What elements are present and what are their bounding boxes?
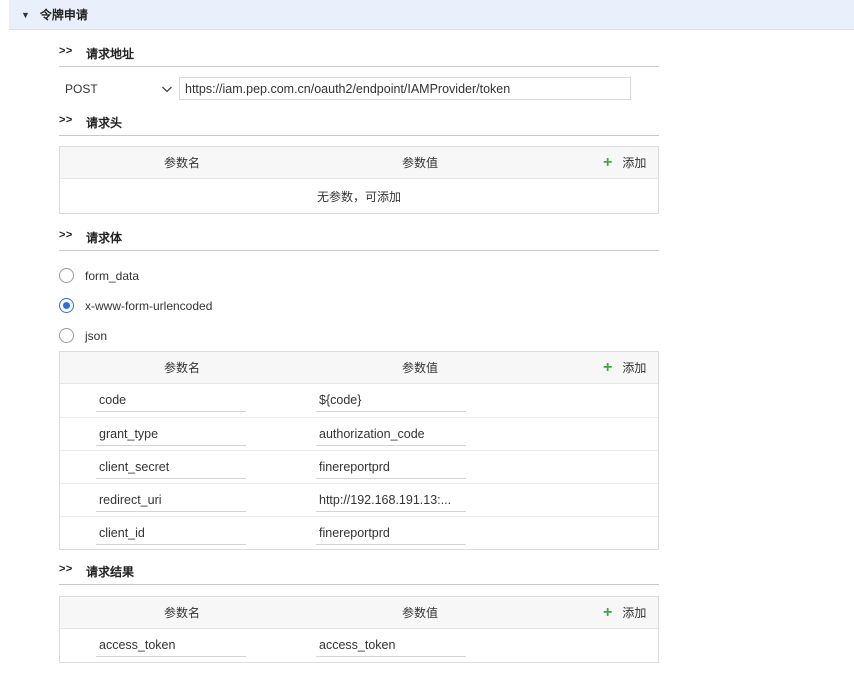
table-row: redirect_uri http://192.168.191.13:...: [60, 483, 658, 516]
section-marker: >>: [59, 563, 73, 575]
param-name-input[interactable]: redirect_uri: [96, 488, 246, 512]
radio-circle[interactable]: [59, 298, 74, 313]
table-body: code ${code} grant_type authorization_co…: [60, 384, 658, 549]
plus-icon: +: [603, 603, 613, 621]
section-request-url: >> 请求地址: [59, 45, 659, 67]
section-marker: >>: [59, 114, 73, 126]
param-name-input[interactable]: client_id: [96, 521, 246, 545]
result-table: 参数名 参数值 + 添加 access_token access_token: [59, 596, 659, 663]
param-value-input[interactable]: authorization_code: [316, 422, 466, 446]
radio-circle[interactable]: [59, 268, 74, 283]
add-label: 添加: [622, 606, 647, 620]
param-value-input[interactable]: ${code}: [316, 388, 466, 412]
param-name-input[interactable]: grant_type: [96, 422, 246, 446]
plus-icon: +: [603, 153, 613, 171]
radio-json[interactable]: json: [59, 328, 107, 343]
method-select[interactable]: POST: [59, 77, 177, 100]
param-value-input[interactable]: http://192.168.191.13:...: [316, 488, 466, 512]
radio-label: json: [85, 328, 108, 343]
section-label: 请求头: [86, 116, 123, 130]
panel-title: 令牌申请: [39, 8, 88, 22]
panel-header-token-request[interactable]: ▼ 令牌申请: [9, 0, 854, 30]
add-label: 添加: [622, 156, 647, 170]
column-header-name: 参数名: [163, 361, 200, 375]
radio-circle[interactable]: [59, 328, 74, 343]
column-header-name: 参数名: [163, 156, 200, 170]
param-value-input[interactable]: finereportprd: [316, 455, 466, 479]
table-row: client_secret finereportprd: [60, 450, 658, 483]
table-row: code ${code}: [60, 384, 658, 417]
add-body-param-button[interactable]: + 添加: [603, 359, 646, 376]
chevron-down-icon: [162, 86, 172, 92]
column-header-value: 参数值: [401, 156, 438, 170]
section-label: 请求地址: [86, 47, 135, 61]
column-header-name: 参数名: [163, 606, 200, 620]
url-input[interactable]: https://iam.pep.com.cn/oauth2/endpoint/I…: [179, 77, 631, 100]
table-header: 参数名 参数值 + 添加: [60, 147, 658, 179]
section-marker: >>: [59, 45, 73, 57]
body-params-table: 参数名 参数值 + 添加 code ${code} grant_type aut…: [59, 351, 659, 550]
param-name-input[interactable]: client_secret: [96, 455, 246, 479]
param-name-input[interactable]: code: [96, 388, 246, 412]
add-label: 添加: [622, 361, 647, 375]
result-name-input[interactable]: access_token: [96, 633, 246, 657]
add-result-button[interactable]: + 添加: [603, 604, 646, 621]
section-label: 请求结果: [86, 565, 135, 579]
column-header-value: 参数值: [401, 606, 438, 620]
radio-x-www-form-urlencoded[interactable]: x-www-form-urlencoded: [59, 298, 212, 313]
section-marker: >>: [59, 229, 73, 241]
caret-down-icon[interactable]: ▼: [21, 10, 30, 20]
column-header-value: 参数值: [401, 361, 438, 375]
section-result: >> 请求结果: [59, 563, 659, 585]
section-label: 请求体: [86, 231, 123, 245]
table-header: 参数名 参数值 + 添加: [60, 352, 658, 384]
table-row: grant_type authorization_code: [60, 417, 658, 450]
add-header-button[interactable]: + 添加: [603, 154, 646, 171]
table-row: access_token access_token: [60, 629, 658, 662]
radio-form-data[interactable]: form_data: [59, 268, 139, 283]
empty-message: 无参数，可添加: [316, 189, 401, 204]
result-value-input[interactable]: access_token: [316, 633, 466, 657]
method-value: POST: [65, 81, 98, 96]
param-value-input[interactable]: finereportprd: [316, 521, 466, 545]
section-body: >> 请求体: [59, 229, 659, 251]
table-row: client_id finereportprd: [60, 516, 658, 549]
radio-label: form_data: [85, 268, 140, 283]
table-body: access_token access_token: [60, 629, 658, 662]
section-headers: >> 请求头: [59, 114, 659, 136]
plus-icon: +: [603, 358, 613, 376]
table-header: 参数名 参数值 + 添加: [60, 597, 658, 629]
radio-label: x-www-form-urlencoded: [85, 298, 213, 313]
radio-dot: [63, 302, 70, 309]
headers-table: 参数名 参数值 + 添加 无参数，可添加: [59, 146, 659, 214]
